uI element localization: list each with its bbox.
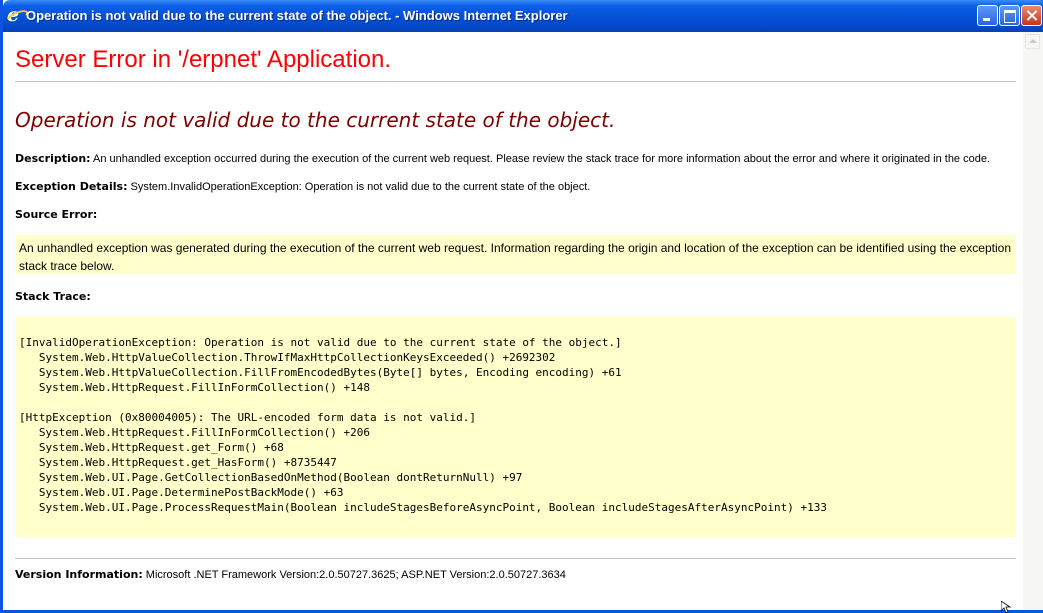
stack-trace-line: Stack Trace: <box>15 290 91 303</box>
stack-line: System.Web.HttpValueCollection.FillFromE… <box>19 366 622 379</box>
exception-details-line: Exception Details: System.InvalidOperati… <box>15 180 590 193</box>
description-label: Description: <box>15 152 91 165</box>
version-info-line: Version Information: Microsoft .NET Fram… <box>15 568 566 581</box>
title-bar[interactable]: e Operation is not valid due to the curr… <box>3 0 1043 32</box>
version-info-label: Version Information: <box>15 568 143 581</box>
ie-icon[interactable]: e <box>7 6 23 25</box>
source-error-box: An unhandled exception was generated dur… <box>15 235 1016 274</box>
mouse-cursor-icon <box>1001 601 1011 613</box>
exception-details-text: System.InvalidOperationException: Operat… <box>127 181 591 193</box>
stack-line: System.Web.HttpRequest.FillInFormCollect… <box>19 426 370 439</box>
stack-line: System.Web.HttpRequest.get_HasForm() +87… <box>19 456 337 469</box>
divider-top <box>15 81 1016 82</box>
stack-trace-box: [InvalidOperationException: Operation is… <box>15 317 1016 537</box>
page-heading: Server Error in '/erpnet' Application. <box>15 46 392 73</box>
browser-window: e Operation is not valid due to the curr… <box>0 0 1043 613</box>
divider-bottom <box>15 558 1016 559</box>
stack-line: System.Web.HttpRequest.get_Form() +68 <box>19 441 284 454</box>
vertical-scrollbar[interactable] <box>1023 32 1043 610</box>
maximize-button[interactable] <box>999 5 1020 26</box>
stack-line: System.Web.HttpValueCollection.ThrowIfMa… <box>19 351 556 364</box>
stack-line: System.Web.UI.Page.GetCollectionBasedOnM… <box>19 471 523 484</box>
stack-spacer <box>19 395 1012 410</box>
close-button[interactable] <box>1021 5 1042 26</box>
stack-line: System.Web.UI.Page.DeterminePostBackMode… <box>19 486 344 499</box>
source-error-text: An unhandled exception was generated dur… <box>19 241 1011 273</box>
description-text: An unhandled exception occurred during t… <box>90 153 991 165</box>
minimize-button[interactable] <box>977 5 998 26</box>
description-line: Description: An unhandled exception occu… <box>15 152 990 165</box>
exception-details-label: Exception Details: <box>15 180 128 193</box>
source-error-label: Source Error: <box>15 208 98 221</box>
error-title: Operation is not valid due to the curren… <box>15 108 616 132</box>
stack-line: [HttpException (0x80004005): The URL-enc… <box>19 411 476 424</box>
stack-trace-text: [InvalidOperationException: Operation is… <box>19 335 1012 515</box>
stack-trace-label: Stack Trace: <box>15 290 91 303</box>
stack-line: System.Web.UI.Page.ProcessRequestMain(Bo… <box>19 501 827 514</box>
page-content: Server Error in '/erpnet' Application. O… <box>6 32 1023 610</box>
scroll-up-arrow-icon[interactable] <box>1025 34 1040 49</box>
stack-line: [InvalidOperationException: Operation is… <box>19 336 622 349</box>
version-info-text: Microsoft .NET Framework Version:2.0.507… <box>142 569 566 581</box>
source-error-line: Source Error: <box>15 208 97 221</box>
window-title: Operation is not valid due to the curren… <box>26 8 568 23</box>
stack-line: System.Web.HttpRequest.FillInFormCollect… <box>19 381 370 394</box>
